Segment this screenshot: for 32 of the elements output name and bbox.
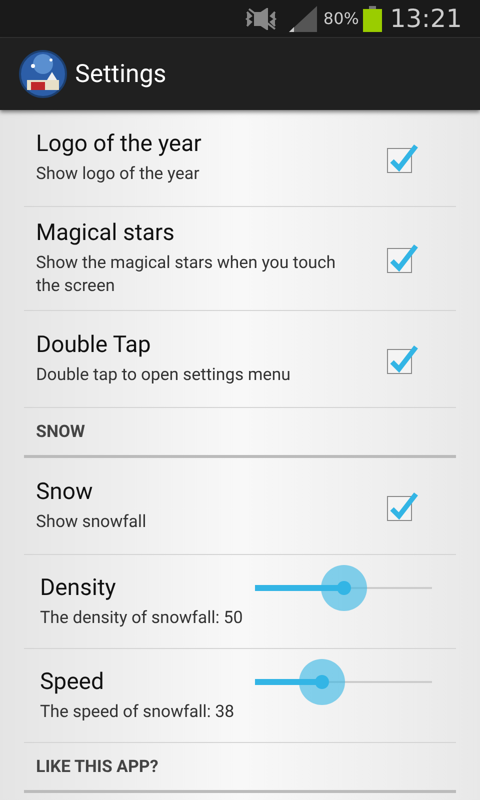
battery-percentage: 80% — [323, 9, 359, 28]
setting-title: Speed — [40, 668, 105, 694]
vibrate-mute-icon — [245, 8, 278, 30]
setting-row[interactable]: Speed The speed of snowfall: 38 — [24, 649, 456, 743]
app-icon[interactable] — [19, 50, 67, 98]
setting-summary: Show logo of the year — [36, 163, 200, 186]
setting-summary: The speed of snowfall: 38 — [40, 700, 236, 724]
setting-row[interactable]: Logo of the year Show logo of the year — [24, 110, 456, 207]
signal-icon — [289, 6, 320, 32]
setting-summary: Double tap to open settings menu — [36, 364, 292, 387]
setting-title: Logo of the year — [36, 130, 202, 157]
checkbox[interactable] — [387, 142, 418, 174]
checkbox[interactable] — [387, 344, 418, 374]
setting-summary: The density of snowfall: 50 — [40, 606, 244, 630]
section-header: SNOW — [24, 408, 456, 458]
setting-row[interactable]: Snow Show snowfall — [24, 458, 456, 555]
screen-title: Settings — [75, 60, 166, 88]
slider-thumb[interactable] — [320, 564, 366, 610]
setting-title: Density — [40, 574, 117, 600]
setting-title: Double Tap — [36, 331, 152, 358]
setting-row[interactable]: Double Tap Double tap to open settings menu — [24, 311, 456, 408]
setting-summary: Show the magical stars when you touch the screen — [36, 252, 336, 298]
setting-row[interactable]: Density The density of snowfall: 50 — [24, 555, 456, 649]
checkbox[interactable] — [387, 243, 418, 274]
battery-icon — [362, 6, 382, 32]
checkbox[interactable] — [387, 490, 418, 522]
clock: 13:21 — [390, 4, 462, 33]
setting-title: Snow — [36, 478, 94, 505]
setting-title: Magical stars — [36, 219, 176, 246]
setting-row[interactable]: Magical stars Show the magical stars when you touch the screen — [24, 207, 456, 311]
section-header: LIKE THIS APP? — [24, 743, 456, 793]
setting-summary: Show snowfall — [36, 511, 148, 534]
